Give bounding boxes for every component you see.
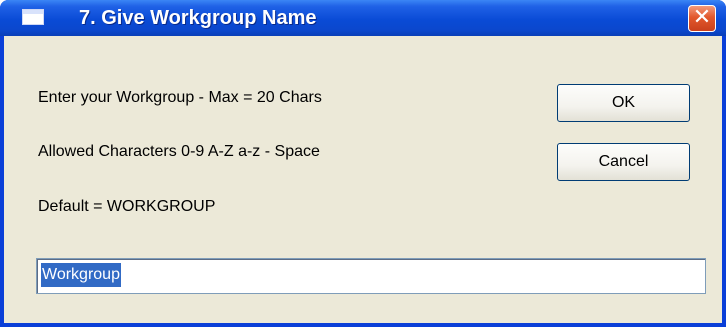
default-label: Default = WORKGROUP [38,198,216,215]
allowed-chars-label: Allowed Characters 0-9 A-Z a-z - Space [38,143,320,160]
max-chars-label: Enter your Workgroup - Max = 20 Chars [38,89,322,106]
close-icon: ✕ [692,5,712,30]
selected-text: Workgroup [41,263,121,287]
cancel-button[interactable]: Cancel [557,143,690,181]
dialog-body: Enter your Workgroup - Max = 20 Chars Al… [4,36,722,323]
title-bar[interactable]: 7. Give Workgroup Name ✕ [0,0,726,36]
window-icon [22,9,44,25]
workgroup-name-input[interactable]: Workgroup [36,258,706,294]
dialog-window: 7. Give Workgroup Name ✕ Enter your Work… [0,0,726,327]
close-button[interactable]: ✕ [688,5,716,32]
window-title: 7. Give Workgroup Name [79,7,317,29]
ok-button[interactable]: OK [557,84,690,122]
